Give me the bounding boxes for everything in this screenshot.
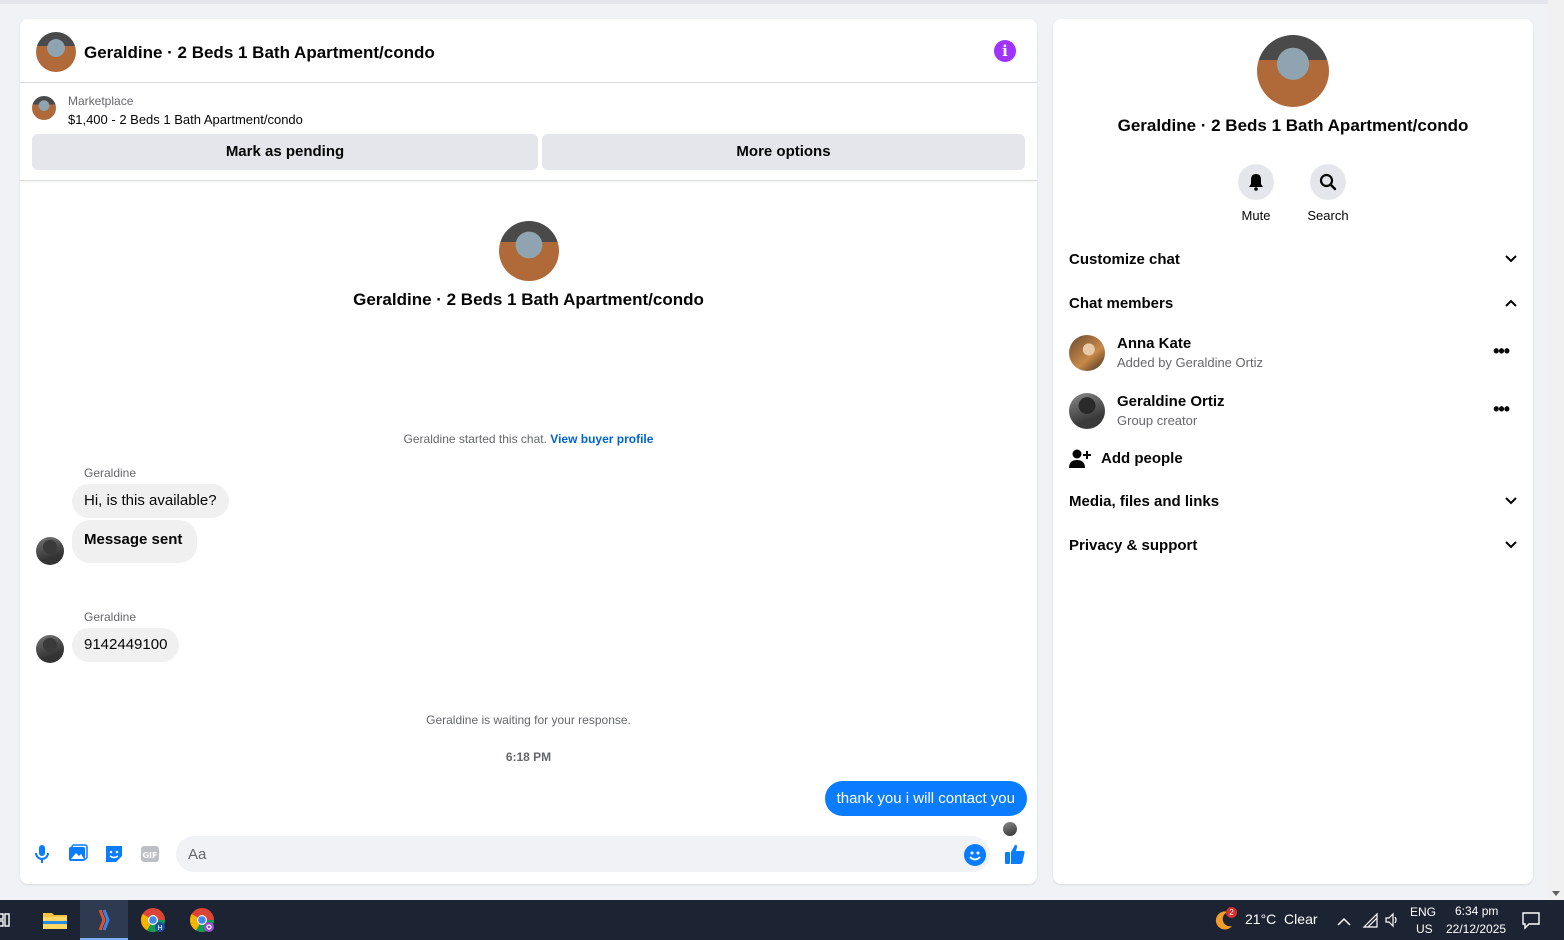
sender-avatar[interactable]: [36, 635, 64, 663]
language-indicator[interactable]: ENG: [1410, 905, 1436, 919]
member-row[interactable]: Geraldine Ortiz Group creator •••: [1069, 391, 1517, 431]
chevron-down-icon: [1505, 497, 1517, 505]
svg-text:GIF: GIF: [142, 851, 157, 860]
chat-details-panel: Geraldine · 2 Beds 1 Bath Apartment/cond…: [1053, 19, 1533, 884]
chevron-up-icon: [1505, 299, 1517, 307]
scroll-down-arrow-icon[interactable]: [1552, 891, 1560, 896]
message-bubble[interactable]: 9142449100: [72, 628, 180, 662]
info-icon[interactable]: i: [994, 40, 1016, 62]
weather-text[interactable]: 21°C Clear: [1245, 911, 1318, 927]
member-name[interactable]: Geraldine Ortiz: [1117, 393, 1225, 410]
chrome-profile-icon[interactable]: [188, 906, 216, 934]
section-label: Customize chat: [1069, 251, 1180, 268]
thumbs-up-icon[interactable]: [1003, 842, 1027, 866]
privacy-support-section[interactable]: Privacy & support: [1069, 537, 1517, 561]
add-person-icon: [1069, 449, 1091, 468]
browser-top-edge: [0, 0, 1548, 4]
chevron-down-icon: [1505, 255, 1517, 263]
svg-text:H: H: [157, 924, 162, 932]
customize-chat-section[interactable]: Customize chat: [1069, 251, 1517, 275]
chrome-icon[interactable]: H: [139, 906, 167, 934]
emoji-icon[interactable]: [964, 844, 986, 866]
seen-indicator-avatar: [1003, 822, 1017, 836]
notification-icon[interactable]: [1521, 910, 1541, 930]
search-label: Search: [1307, 208, 1349, 223]
member-name[interactable]: Anna Kate: [1117, 335, 1191, 352]
clock-time[interactable]: 6:34 pm: [1455, 904, 1498, 918]
member-avatar[interactable]: [1069, 335, 1105, 371]
chat-header: Geraldine · 2 Beds 1 Bath Apartment/cond…: [20, 19, 1037, 83]
listing-summary[interactable]: $1,400 - 2 Beds 1 Bath Apartment/condo: [68, 112, 303, 127]
mute-button[interactable]: Mute: [1226, 164, 1286, 223]
add-people-label: Add people: [1101, 450, 1183, 467]
waiting-note: Geraldine is waiting for your response.: [426, 713, 631, 727]
intro-avatar: [499, 221, 559, 281]
gif-icon[interactable]: GIF: [138, 842, 162, 866]
chevron-down-icon: [1505, 541, 1517, 549]
outgoing-message-bubble[interactable]: thank you i will contact you: [824, 781, 1027, 816]
member-avatar[interactable]: [1069, 393, 1105, 429]
photo-icon[interactable]: [66, 842, 90, 866]
volume-icon[interactable]: [1384, 912, 1400, 928]
marketplace-bar: Marketplace $1,400 - 2 Beds 1 Bath Apart…: [20, 83, 1037, 181]
search-icon: [1310, 164, 1346, 200]
marketplace-listing-thumb[interactable]: [32, 96, 56, 120]
bell-icon: [1238, 164, 1274, 200]
microphone-icon[interactable]: [30, 842, 54, 866]
more-options-icon[interactable]: •••: [1493, 341, 1510, 362]
sender-name: Geraldine: [84, 610, 137, 624]
region-indicator[interactable]: US: [1416, 922, 1433, 936]
message-timestamp: 6:18 PM: [505, 750, 552, 764]
chat-title[interactable]: Geraldine · 2 Beds 1 Bath Apartment/cond…: [84, 43, 435, 63]
file-explorer-icon[interactable]: [41, 906, 69, 934]
chat-panel: Geraldine · 2 Beds 1 Bath Apartment/cond…: [20, 19, 1037, 884]
weather-badge: 2: [1226, 907, 1237, 918]
more-options-icon[interactable]: •••: [1493, 399, 1510, 420]
member-row[interactable]: Anna Kate Added by Geraldine Ortiz •••: [1069, 333, 1517, 373]
sender-name: Geraldine: [84, 466, 137, 480]
chat-members-section[interactable]: Chat members: [1069, 295, 1517, 319]
message-bubble[interactable]: Message sent: [72, 520, 198, 563]
mute-label: Mute: [1241, 208, 1271, 223]
message-input[interactable]: [176, 836, 990, 872]
details-avatar: [1257, 35, 1329, 107]
wifi-icon[interactable]: [1362, 912, 1378, 928]
media-files-links-section[interactable]: Media, files and links: [1069, 493, 1517, 517]
sender-avatar[interactable]: [36, 537, 64, 565]
more-options-button[interactable]: More options: [542, 134, 1025, 170]
intro-title: Geraldine · 2 Beds 1 Bath Apartment/cond…: [353, 290, 704, 309]
add-people-button[interactable]: Add people: [1069, 447, 1269, 471]
message-bubble[interactable]: Hi, is this available?: [72, 484, 229, 518]
section-label: Chat members: [1069, 295, 1174, 312]
member-subtitle: Added by Geraldine Ortiz: [1117, 355, 1263, 370]
mark-as-pending-button[interactable]: Mark as pending: [32, 134, 538, 170]
chevron-up-icon[interactable]: [1337, 914, 1351, 926]
sticker-icon[interactable]: [102, 842, 126, 866]
taskbar: H 2 21°C Clear ENG US 6:34 pm 22/12/2025: [0, 900, 1564, 940]
section-label: Media, files and links: [1069, 493, 1220, 510]
section-label: Privacy & support: [1069, 537, 1198, 554]
app-icon[interactable]: [90, 906, 118, 934]
search-button[interactable]: Search: [1298, 164, 1358, 223]
task-view-icon[interactable]: [0, 910, 12, 930]
member-subtitle: Group creator: [1117, 413, 1198, 428]
chat-started-note: Geraldine started this chat. View buyer …: [20, 432, 1037, 446]
page-scrollbar[interactable]: [1548, 0, 1564, 900]
clock-date[interactable]: 22/12/2025: [1446, 922, 1506, 936]
listing-avatar[interactable]: [36, 32, 76, 72]
details-title: Geraldine · 2 Beds 1 Bath Apartment/cond…: [1117, 116, 1469, 135]
view-buyer-profile-link[interactable]: View buyer profile: [550, 432, 653, 446]
started-text: Geraldine started this chat.: [403, 432, 547, 446]
marketplace-label: Marketplace: [68, 94, 134, 108]
